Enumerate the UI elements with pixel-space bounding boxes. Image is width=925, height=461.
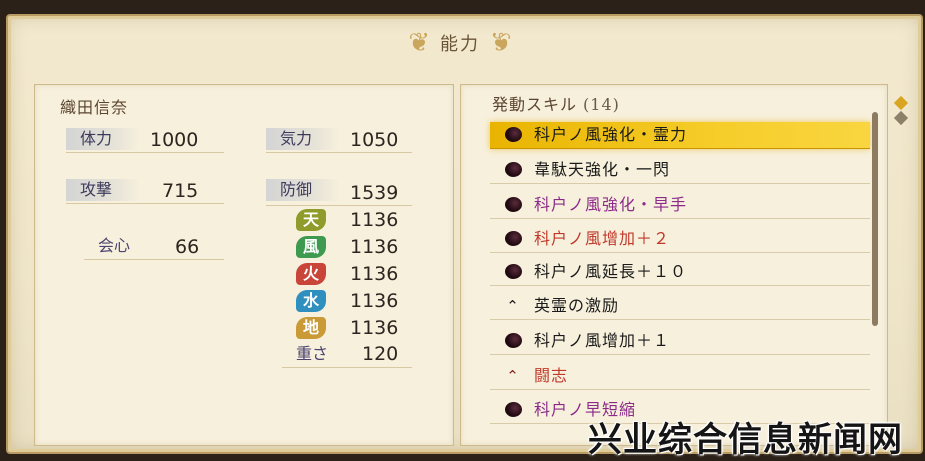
stat-value-attack: 715: [162, 180, 199, 202]
stat-value-ki: 1050: [350, 129, 399, 151]
divider: [66, 152, 224, 153]
stat-value-weight: 120: [362, 343, 399, 365]
skill-row[interactable]: ⌃ 英霊の激励: [490, 293, 870, 320]
element-fire-badge: 火: [296, 263, 326, 285]
element-wind-badge: 風: [296, 236, 326, 258]
character-name: 織田信奈: [60, 98, 129, 117]
stat-label-defense: 防御: [266, 179, 340, 201]
skill-label: 科户ノ風增加＋２: [534, 229, 671, 248]
laurel-left-icon: ❦: [408, 28, 430, 58]
skills-scrollbar[interactable]: [872, 112, 878, 326]
skill-label: 英霊の激励: [534, 296, 620, 315]
panel-title-bar: ❦ 能力 ❦: [380, 20, 540, 66]
dark-orb-icon: [504, 162, 522, 178]
stat-label-hp: 体力: [66, 128, 140, 150]
dark-orb-icon: [504, 231, 522, 247]
chevron-up-icon: ⌃: [506, 297, 520, 315]
panel-title: 能力: [440, 34, 480, 55]
stat-label-critical: 会心: [98, 236, 131, 255]
skill-row[interactable]: 科户ノ風強化・早手: [490, 192, 870, 219]
chevron-up-icon: ⌃: [506, 367, 520, 385]
skills-header-label: 発動スキル: [492, 95, 578, 114]
skill-label: 闘志: [534, 366, 569, 385]
skill-row[interactable]: 科户ノ風強化・霊力: [490, 122, 870, 149]
element-water-badge: 水: [296, 290, 326, 312]
skill-row[interactable]: ⌃ 闘志: [490, 363, 870, 390]
skills-header: 発動スキル (14): [492, 91, 620, 115]
divider: [84, 259, 224, 260]
site-watermark: 兴业综合信息新闻网: [588, 420, 903, 460]
skill-label: 科户ノ風延長＋１０: [534, 262, 688, 281]
stat-label-attack: 攻撃: [66, 179, 140, 201]
laurel-right-icon: ❦: [490, 28, 512, 58]
skill-row[interactable]: 科户ノ風增加＋２: [490, 226, 870, 253]
stat-value-critical: 66: [175, 236, 200, 258]
skill-label: 科户ノ風強化・霊力: [534, 125, 688, 144]
divider: [282, 367, 412, 368]
dark-orb-icon: [504, 402, 522, 418]
skill-row[interactable]: 科户ノ風延長＋１０: [490, 259, 870, 286]
divider: [266, 152, 412, 153]
stat-label-weight: 重さ: [296, 344, 329, 363]
skill-row[interactable]: 科户ノ風增加＋１: [490, 328, 870, 355]
dark-orb-icon: [504, 264, 522, 280]
dark-orb-icon: [504, 127, 522, 143]
skill-row[interactable]: 韋駄天強化・一閃: [490, 157, 870, 184]
skills-count: (14): [583, 95, 620, 114]
element-earth-value: 1136: [350, 317, 399, 339]
skill-label: 科户ノ風增加＋１: [534, 331, 671, 350]
stat-label-ki: 気力: [266, 128, 340, 150]
divider: [66, 203, 224, 204]
stat-value-defense: 1539: [350, 182, 399, 204]
element-wind-value: 1136: [350, 236, 399, 258]
divider: [266, 205, 412, 206]
element-heaven-badge: 天: [296, 209, 326, 231]
skill-label: 科户ノ風強化・早手: [534, 195, 688, 214]
element-water-value: 1136: [350, 290, 399, 312]
element-fire-value: 1136: [350, 263, 399, 285]
stat-value-hp: 1000: [150, 129, 199, 151]
dark-orb-icon: [504, 333, 522, 349]
element-earth-badge: 地: [296, 317, 326, 339]
skill-label: 韋駄天強化・一閃: [534, 160, 671, 179]
dark-orb-icon: [504, 197, 522, 213]
element-heaven-value: 1136: [350, 209, 399, 231]
